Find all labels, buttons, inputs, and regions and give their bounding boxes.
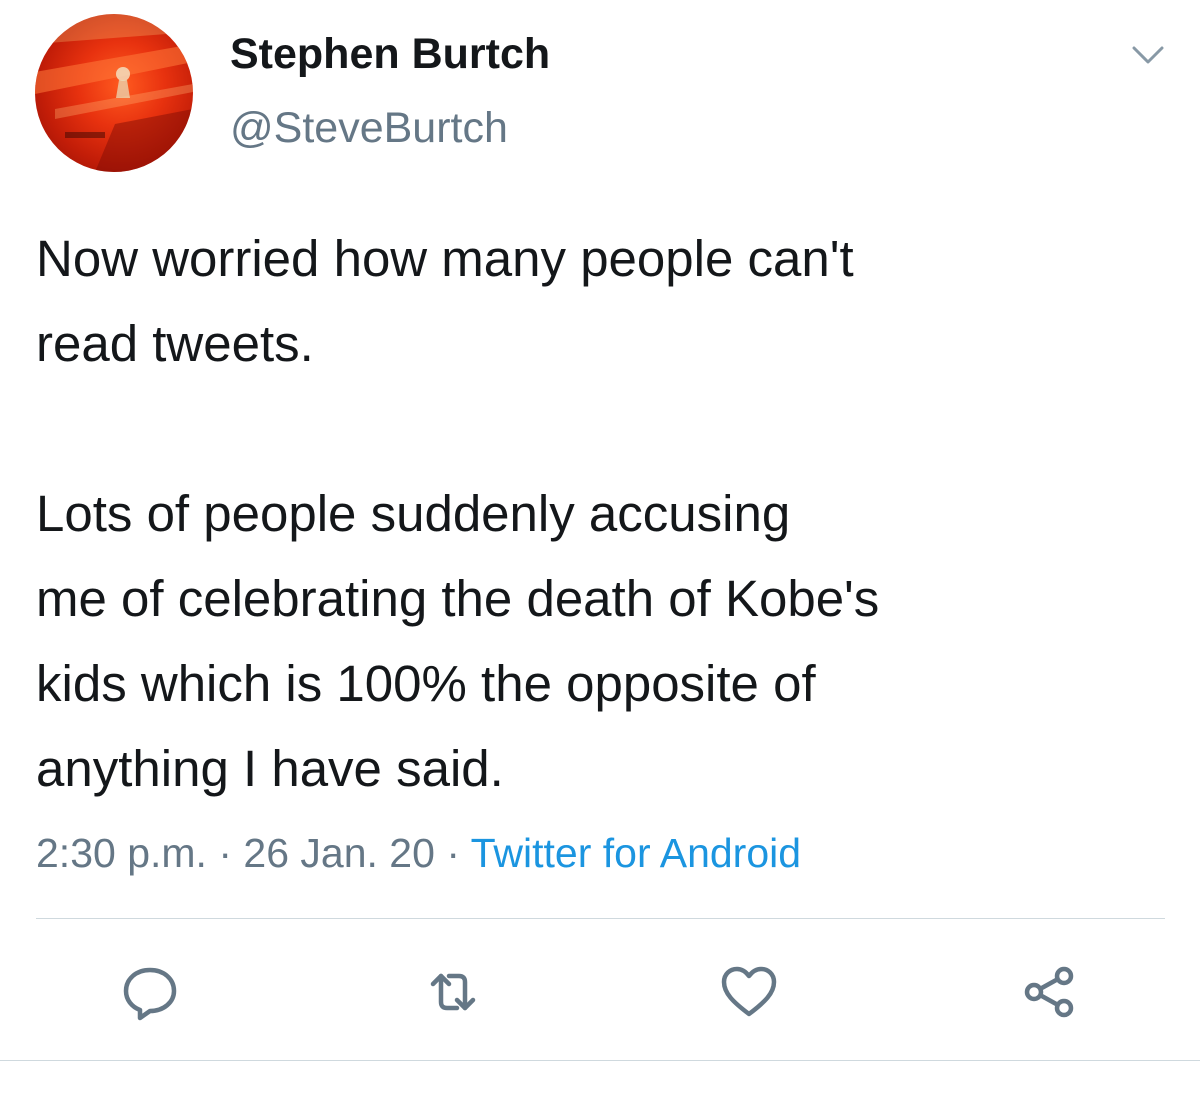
tweet-paragraph: Now worried how many people can't read t… bbox=[36, 230, 854, 372]
reply-button[interactable] bbox=[120, 962, 180, 1022]
divider bbox=[36, 918, 1165, 919]
heart-icon bbox=[721, 966, 777, 1017]
tweet-date: 26 Jan. 20 bbox=[243, 830, 435, 876]
tweet-source-link[interactable]: Twitter for Android bbox=[471, 830, 801, 876]
share-icon bbox=[1024, 966, 1074, 1018]
meta-separator: · bbox=[446, 830, 460, 876]
divider bbox=[0, 1060, 1200, 1061]
meta-separator: · bbox=[218, 830, 232, 876]
display-name[interactable]: Stephen Burtch bbox=[230, 30, 550, 79]
share-button[interactable] bbox=[1020, 962, 1080, 1022]
tweet-paragraph: Lots of people suddenly accusing me of c… bbox=[36, 485, 880, 797]
avatar[interactable] bbox=[35, 14, 193, 172]
reply-icon bbox=[123, 967, 177, 1021]
user-handle[interactable]: @SteveBurtch bbox=[230, 104, 508, 153]
tweet-card: Stephen Burtch @SteveBurtch Now worried … bbox=[0, 0, 1200, 1113]
tweet-time: 2:30 p.m. bbox=[36, 830, 207, 876]
tweet-meta: 2:30 p.m. · 26 Jan. 20 · Twitter for And… bbox=[36, 830, 801, 877]
retweet-button[interactable] bbox=[423, 962, 483, 1022]
chevron-down-icon[interactable] bbox=[1130, 40, 1166, 70]
retweet-icon bbox=[430, 973, 476, 1011]
tweet-text: Now worried how many people can't read t… bbox=[36, 216, 1166, 811]
like-button[interactable] bbox=[719, 962, 779, 1022]
